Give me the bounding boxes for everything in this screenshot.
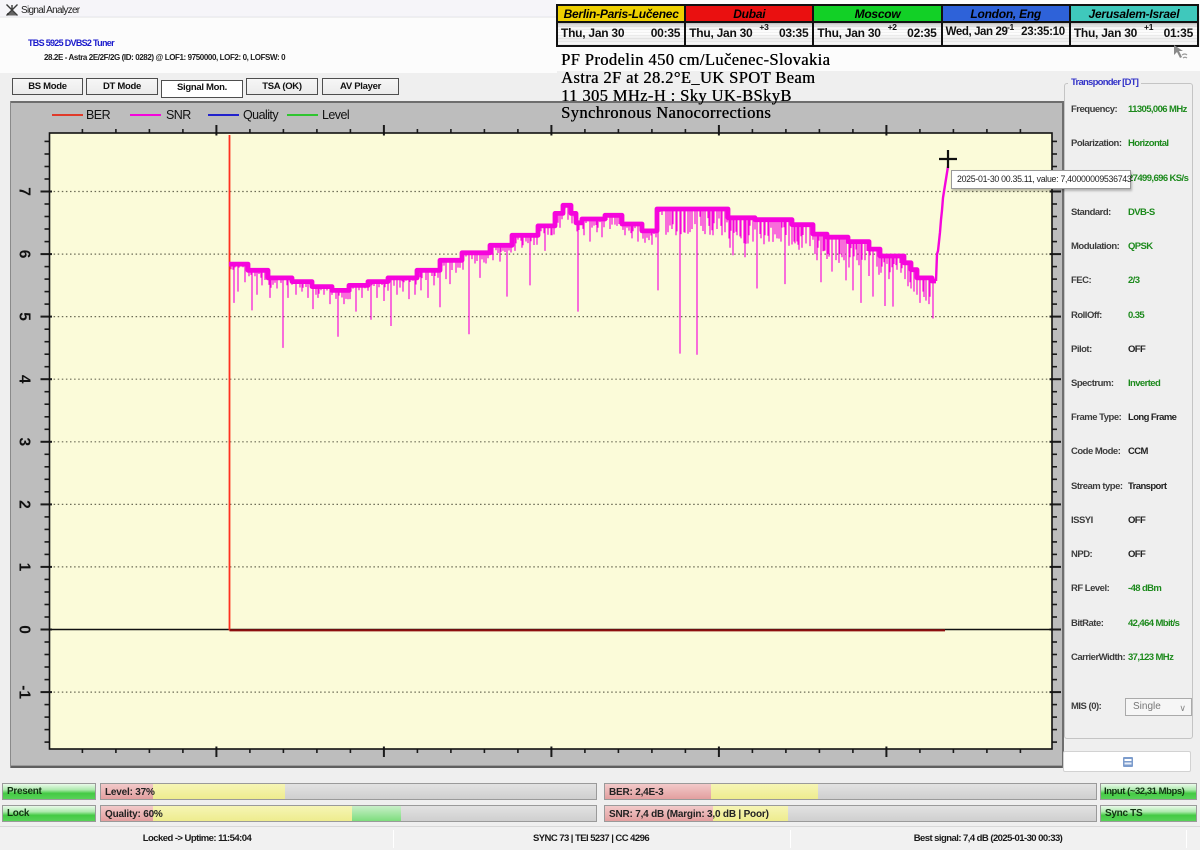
svg-text:1: 1 (16, 563, 33, 572)
svg-text:5: 5 (16, 312, 33, 321)
svg-text:0: 0 (16, 625, 33, 634)
svg-text:3: 3 (16, 437, 33, 446)
svg-text:2: 2 (16, 500, 33, 509)
svg-text:6: 6 (16, 250, 33, 259)
svg-text:-1: -1 (16, 685, 33, 699)
svg-text:7: 7 (16, 187, 33, 196)
svg-text:4: 4 (16, 375, 33, 384)
